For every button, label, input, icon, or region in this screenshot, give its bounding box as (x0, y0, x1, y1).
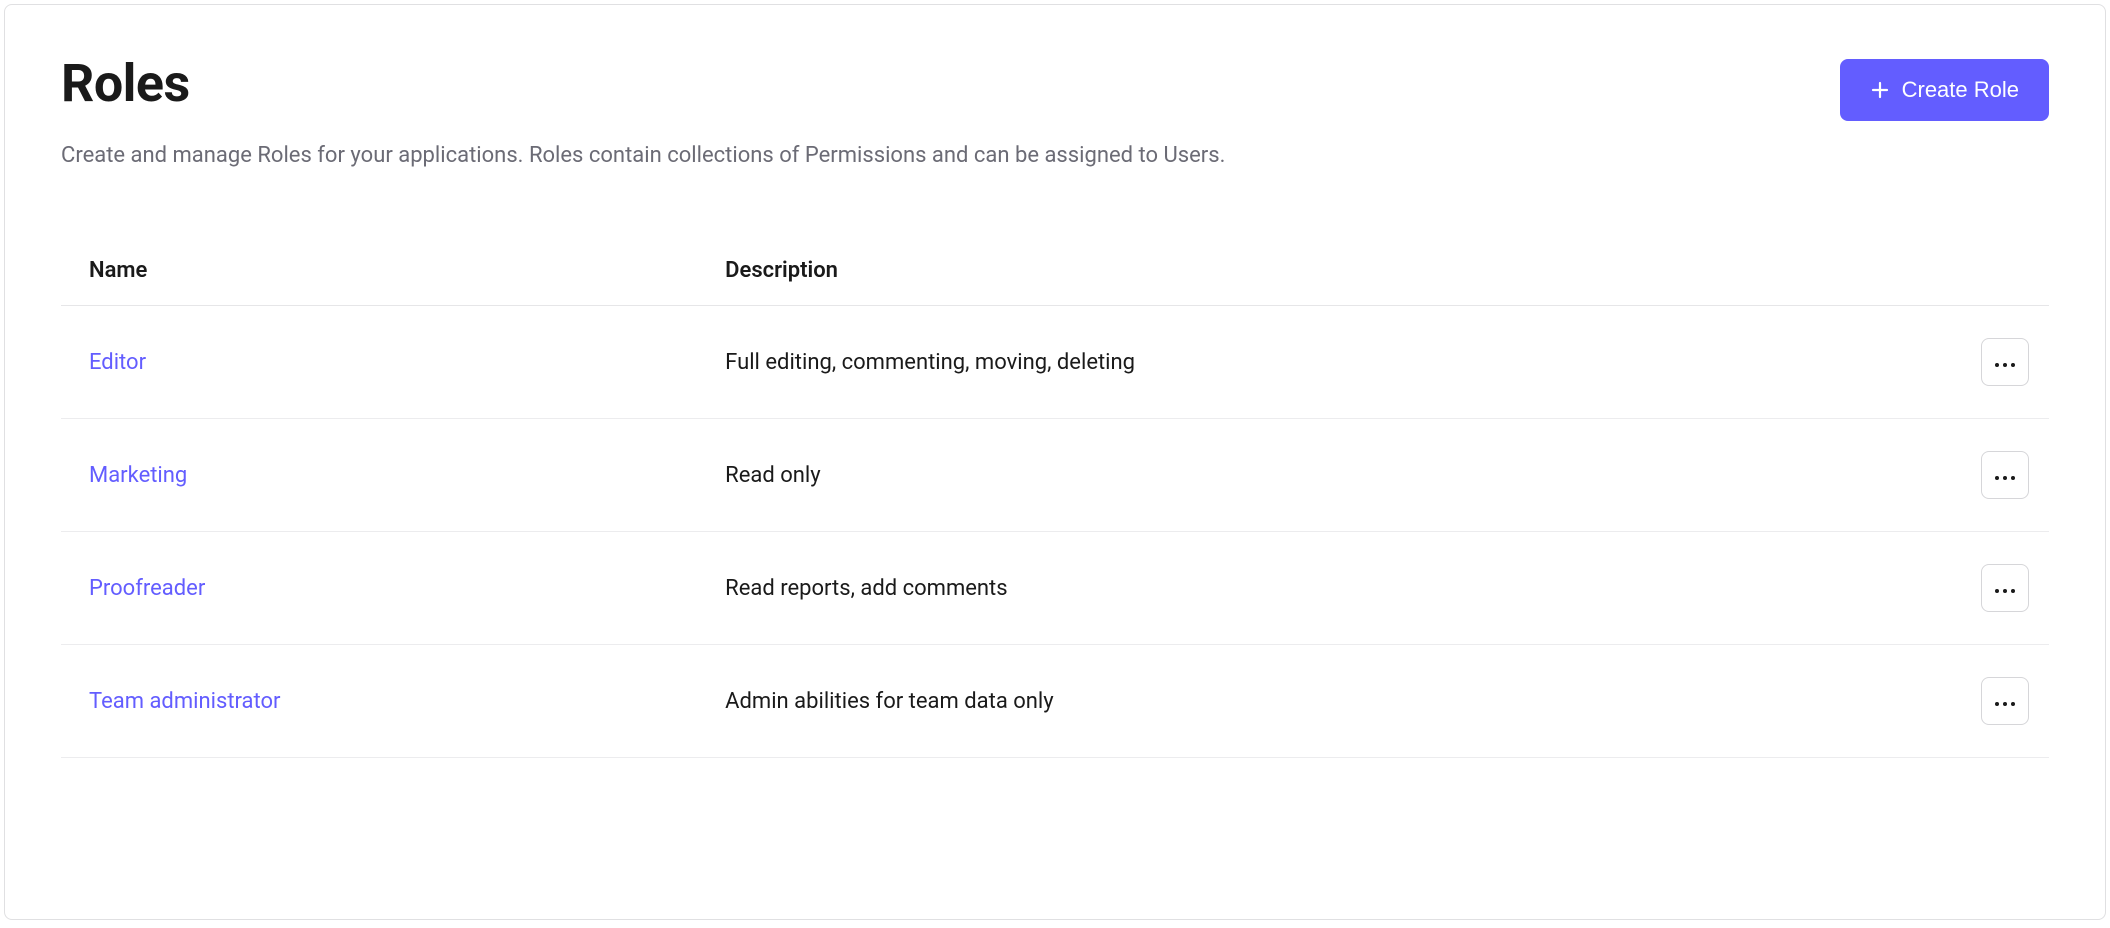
role-link[interactable]: Marketing (89, 463, 187, 488)
roles-panel: Roles Create Role Create and manage Role… (4, 4, 2106, 920)
more-icon (1995, 468, 2015, 483)
more-icon (1995, 355, 2015, 370)
role-description: Admin abilities for team data only (697, 645, 1850, 758)
column-header-description: Description (697, 236, 1850, 306)
row-actions-button[interactable] (1981, 338, 2029, 386)
panel-header: Roles Create Role (61, 53, 2049, 121)
page-subtitle: Create and manage Roles for your applica… (61, 139, 2049, 172)
column-header-actions (1850, 236, 2049, 306)
column-header-name: Name (61, 236, 697, 306)
more-icon (1995, 581, 2015, 596)
table-row: Editor Full editing, commenting, moving,… (61, 306, 2049, 419)
plus-icon (1870, 80, 1890, 100)
table-row: Team administrator Admin abilities for t… (61, 645, 2049, 758)
role-link[interactable]: Proofreader (89, 576, 205, 601)
role-link[interactable]: Editor (89, 350, 146, 375)
table-row: Marketing Read only (61, 419, 2049, 532)
role-description: Read only (697, 419, 1850, 532)
role-description: Read reports, add comments (697, 532, 1850, 645)
role-link[interactable]: Team administrator (89, 689, 281, 714)
roles-table: Name Description Editor Full editing, co… (61, 236, 2049, 758)
row-actions-button[interactable] (1981, 677, 2029, 725)
table-row: Proofreader Read reports, add comments (61, 532, 2049, 645)
create-role-button[interactable]: Create Role (1840, 59, 2049, 121)
page-title: Roles (61, 53, 190, 114)
role-description: Full editing, commenting, moving, deleti… (697, 306, 1850, 419)
more-icon (1995, 694, 2015, 709)
row-actions-button[interactable] (1981, 451, 2029, 499)
create-role-label: Create Role (1902, 77, 2019, 103)
row-actions-button[interactable] (1981, 564, 2029, 612)
